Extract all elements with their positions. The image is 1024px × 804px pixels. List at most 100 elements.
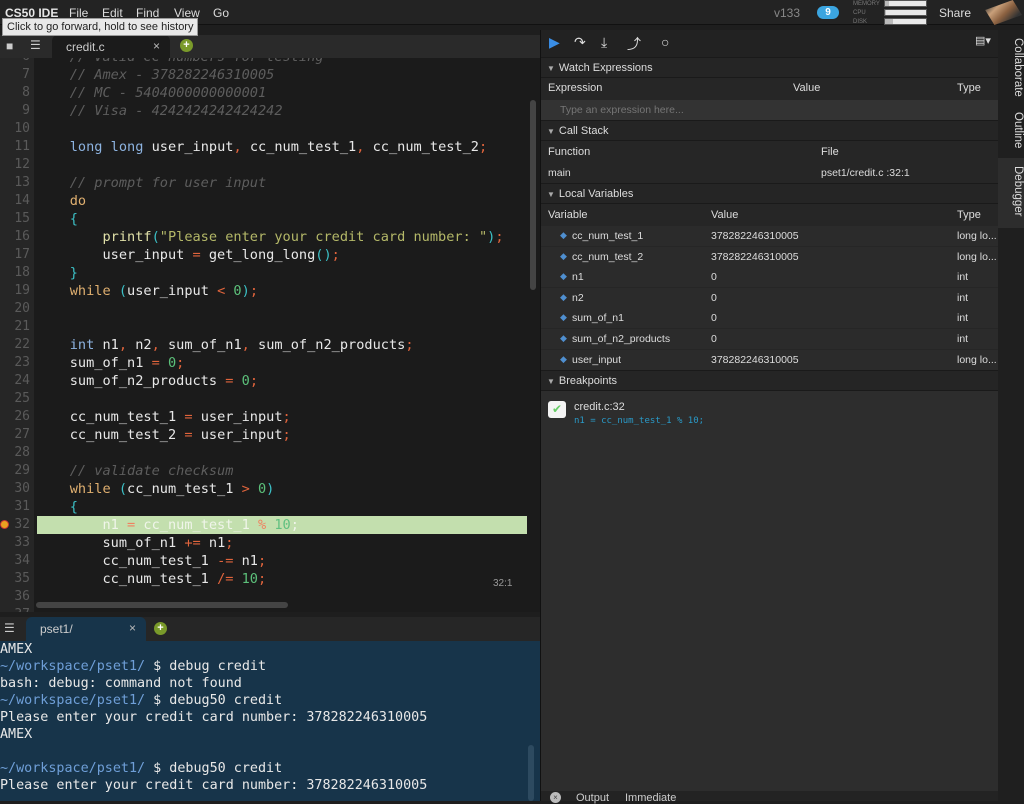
breakpoint-current-icon[interactable] bbox=[0, 520, 9, 529]
local-variable-row[interactable]: ◆ sum_of_n2_products 0 int bbox=[541, 329, 999, 349]
line-number[interactable]: 22 bbox=[0, 336, 30, 354]
code-line[interactable]: long long user_input, cc_num_test_1, cc_… bbox=[37, 138, 527, 156]
line-number[interactable]: 21 bbox=[0, 318, 30, 336]
step-over-icon[interactable]: ↷ bbox=[574, 34, 586, 51]
code-line[interactable]: printf("Please enter your credit card nu… bbox=[37, 228, 527, 246]
code-line[interactable]: { bbox=[37, 498, 527, 516]
line-number[interactable]: 37 bbox=[0, 606, 30, 612]
code-line[interactable]: sum_of_n2_products = 0; bbox=[37, 372, 527, 390]
code-line[interactable]: cc_num_test_1 -= n1; bbox=[37, 552, 527, 570]
code-line[interactable]: cc_num_test_1 /= 10; bbox=[37, 570, 527, 588]
line-number[interactable]: 28 bbox=[0, 444, 30, 462]
line-number[interactable]: 17 bbox=[0, 246, 30, 264]
immediate-tab[interactable]: Immediate bbox=[625, 792, 676, 804]
add-tab-icon[interactable]: + bbox=[154, 622, 167, 635]
editor-horizontal-scrollbar[interactable] bbox=[36, 602, 288, 608]
line-number[interactable]: 14 bbox=[0, 192, 30, 210]
code-line[interactable]: } bbox=[37, 264, 527, 282]
tab-debugger[interactable]: Debugger bbox=[998, 158, 1024, 228]
line-number[interactable]: 13 bbox=[0, 174, 30, 192]
line-number[interactable]: 19 bbox=[0, 282, 30, 300]
line-number[interactable]: 35 bbox=[0, 570, 30, 588]
code-editor[interactable]: 6789101112131415161718192021222324252627… bbox=[0, 58, 540, 612]
watch-expressions-header[interactable]: ▼ Watch Expressions bbox=[541, 57, 999, 78]
local-variable-row[interactable]: ◆ sum_of_n1 0 int bbox=[541, 308, 999, 329]
tab-collaborate[interactable]: Collaborate bbox=[998, 38, 1024, 118]
local-variable-row[interactable]: ◆ user_input 378282246310005 long lo... bbox=[541, 349, 999, 370]
code-line[interactable]: cc_num_test_1 = user_input; bbox=[37, 408, 527, 426]
local-variable-row[interactable]: ◆ cc_num_test_1 378282246310005 long lo... bbox=[541, 226, 999, 246]
terminal-scrollbar[interactable] bbox=[528, 745, 534, 801]
resume-icon[interactable]: ▶ bbox=[549, 34, 560, 51]
line-number[interactable]: 20 bbox=[0, 300, 30, 318]
code-line[interactable]: sum_of_n1 += n1; bbox=[37, 534, 527, 552]
output-tab[interactable]: Output bbox=[576, 792, 609, 804]
local-variable-row[interactable]: ◆ n1 0 int bbox=[541, 267, 999, 288]
local-variable-row[interactable]: ◆ n2 0 int bbox=[541, 287, 999, 308]
line-number[interactable]: 7 bbox=[0, 66, 30, 84]
breakpoint-location[interactable]: credit.c:32 bbox=[574, 401, 625, 413]
code-line[interactable]: sum_of_n1 = 0; bbox=[37, 354, 527, 372]
line-number[interactable]: 26 bbox=[0, 408, 30, 426]
local-variables-header[interactable]: ▼ Local Variables bbox=[541, 183, 999, 204]
current-code-line[interactable]: n1 = cc_num_test_1 % 10; bbox=[37, 516, 527, 534]
code-line[interactable]: // validate checksum bbox=[37, 462, 527, 480]
code-line[interactable] bbox=[37, 300, 527, 318]
tab-terminal-pset1[interactable]: pset1/ × bbox=[26, 617, 146, 641]
line-number[interactable]: 30 bbox=[0, 480, 30, 498]
line-number[interactable]: 27 bbox=[0, 426, 30, 444]
line-number[interactable]: 36 bbox=[0, 588, 30, 606]
code-line[interactable] bbox=[37, 120, 527, 138]
line-number[interactable]: 31 bbox=[0, 498, 30, 516]
close-circle-icon[interactable]: × bbox=[550, 792, 561, 803]
folder-icon[interactable]: ■ bbox=[6, 39, 13, 53]
panel-menu-icon[interactable]: ▤▾ bbox=[975, 34, 991, 47]
line-number[interactable]: 33 bbox=[0, 534, 30, 552]
terminal[interactable]: AMEX ~/workspace/pset1/ $ debug credit bas… bbox=[0, 641, 540, 801]
close-icon[interactable]: × bbox=[153, 39, 160, 53]
code-line[interactable]: while (cc_num_test_1 > 0) bbox=[37, 480, 527, 498]
add-tab-icon[interactable]: + bbox=[180, 39, 193, 52]
code-line[interactable]: cc_num_test_2 = user_input; bbox=[37, 426, 527, 444]
code-line[interactable]: int n1, n2, sum_of_n1, sum_of_n2_product… bbox=[37, 336, 527, 354]
step-out-icon[interactable]: ⤴ bbox=[627, 34, 641, 54]
call-stack-header[interactable]: ▼ Call Stack bbox=[541, 120, 999, 141]
cloud-notification-icon[interactable]: 9 bbox=[817, 6, 839, 19]
code-line[interactable]: // prompt for user input bbox=[37, 174, 527, 192]
tab-outline[interactable]: Outline bbox=[998, 112, 1024, 152]
code-line[interactable]: // Valid CC numbers for testing bbox=[37, 58, 527, 66]
editor-vertical-scrollbar[interactable] bbox=[530, 100, 536, 290]
code-line[interactable]: user_input = get_long_long(); bbox=[37, 246, 527, 264]
line-number[interactable]: 8 bbox=[0, 84, 30, 102]
line-number[interactable]: 29 bbox=[0, 462, 30, 480]
line-number[interactable]: 24 bbox=[0, 372, 30, 390]
panel-toggle-icon[interactable]: ☰ bbox=[4, 621, 15, 635]
code-line[interactable] bbox=[37, 156, 527, 174]
line-number[interactable]: 12 bbox=[0, 156, 30, 174]
code-line[interactable]: // Amex - 378282246310005 bbox=[37, 66, 527, 84]
code-line[interactable]: // MC - 5404000000000001 bbox=[37, 84, 527, 102]
tab-credit-c[interactable]: credit.c × bbox=[52, 35, 170, 58]
code-line[interactable]: // Visa - 4242424242424242 bbox=[37, 102, 527, 120]
line-number[interactable]: 11 bbox=[0, 138, 30, 156]
line-number[interactable]: 9 bbox=[0, 102, 30, 120]
line-number[interactable]: 23 bbox=[0, 354, 30, 372]
panel-toggle-icon[interactable]: ☰ bbox=[30, 38, 41, 52]
code-line[interactable]: do bbox=[37, 192, 527, 210]
menu-go[interactable]: Go bbox=[213, 6, 229, 20]
breakpoint-checkbox[interactable]: ✔ bbox=[548, 401, 566, 418]
line-number[interactable]: 34 bbox=[0, 552, 30, 570]
local-variable-row[interactable]: ◆ cc_num_test_2 378282246310005 long lo... bbox=[541, 246, 999, 267]
share-button[interactable]: Share bbox=[939, 6, 971, 20]
line-number[interactable]: 10 bbox=[0, 120, 30, 138]
close-icon[interactable]: × bbox=[129, 621, 136, 635]
line-number[interactable]: 15 bbox=[0, 210, 30, 228]
deactivate-breakpoints-icon[interactable]: ○ bbox=[661, 34, 669, 50]
breakpoints-header[interactable]: ▼ Breakpoints bbox=[541, 370, 999, 391]
line-number[interactable]: 16 bbox=[0, 228, 30, 246]
code-line[interactable] bbox=[37, 390, 527, 408]
code-line[interactable]: while (user_input < 0); bbox=[37, 282, 527, 300]
code-line[interactable] bbox=[37, 318, 527, 336]
code-line[interactable]: { bbox=[37, 210, 527, 228]
watch-expression-input[interactable] bbox=[541, 100, 999, 120]
